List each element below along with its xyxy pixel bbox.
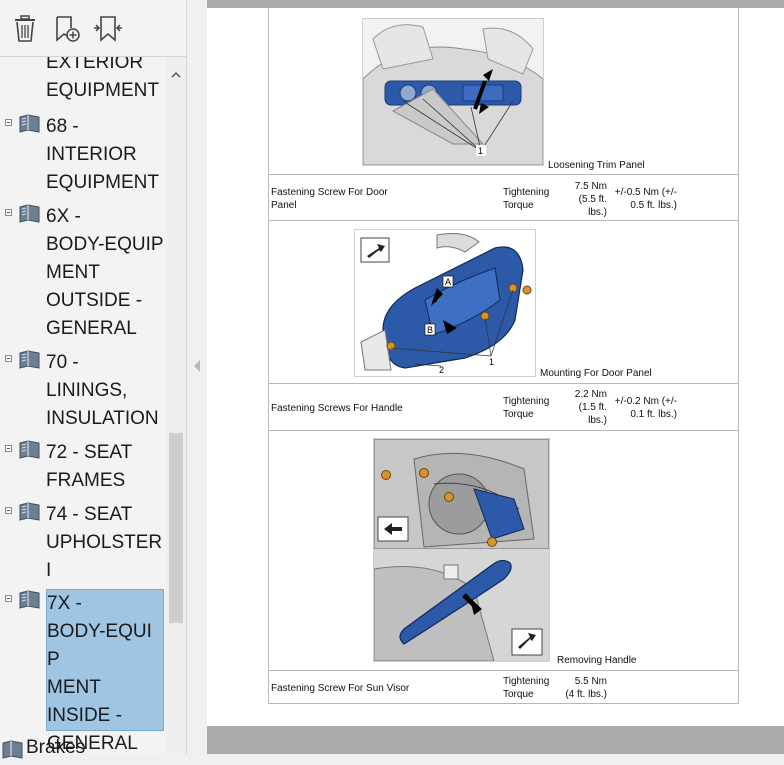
row-spec-type: Tightening Torque (503, 676, 550, 700)
bookmarks-scrollbar[interactable] (166, 57, 186, 754)
tree-expander[interactable] (5, 355, 12, 362)
bookmark-item-68-interior-equipment[interactable]: 68 - INTERIOR EQUIPMENT (0, 113, 165, 197)
figure-caption: Mounting For Door Panel (540, 368, 652, 379)
figure-caption: Loosening Trim Panel (548, 160, 645, 171)
bookmark-label: 72 - SEAT FRAMES (46, 442, 133, 491)
row-spec-type: Tightening Torque (503, 396, 550, 420)
bookmark-item-exterior-equipment[interactable]: EXTERIOR EQUIPMENT (0, 57, 165, 105)
callout-label: A (445, 277, 451, 287)
table-divider (269, 220, 738, 221)
book-icon (19, 204, 41, 229)
bookmark-item-74-seat-upholsteries[interactable]: 74 - SEAT UPHOLSTERI ES, COVER (0, 501, 165, 609)
row-torque-tolerance: +/-0.2 Nm (+/- 0.1 ft. lbs.) (614, 396, 677, 420)
panel-splitter[interactable] (187, 0, 207, 754)
tree-expander[interactable] (5, 595, 12, 602)
bookmark-item-brakes[interactable]: Brakes (0, 736, 165, 759)
book-icon (19, 114, 41, 139)
bookmark-item-7x-body-equipment-inside[interactable]: 7X - BODY-EQUIP MENT INSIDE - GENERAL (0, 589, 165, 754)
tree-expander[interactable] (5, 445, 12, 452)
book-icon (19, 350, 41, 375)
bookmark-label: 6X - BODY-EQUIP MENT OUTSIDE - GENERAL (46, 206, 164, 339)
callout-label: 2 (439, 365, 444, 375)
procedure-table: 1 Loosening Trim Panel Fastening Screw F… (268, 8, 739, 704)
bookmark-label: Brakes (26, 737, 86, 758)
figure-mounting-for-door-panel: A B 1 2 (354, 229, 536, 377)
trash-icon[interactable] (8, 12, 42, 46)
row-fastener-name: Fastening Screw For Door Panel (271, 187, 388, 211)
tree-expander[interactable] (5, 209, 12, 216)
bookmark-item-70-linings-insulation[interactable]: 70 - LININGS, INSULATION (0, 349, 165, 433)
table-divider (269, 430, 738, 431)
bookmark-tree: EXTERIOR EQUIPMENT 68 - INTERIOR EQUIPME… (0, 57, 165, 754)
scrollbar-thumb[interactable] (169, 433, 183, 623)
row-fastener-name: Fastening Screw For Sun Visor (271, 683, 410, 694)
row-spec-type: Tightening Torque (503, 187, 550, 211)
document-viewer[interactable]: 1 Loosening Trim Panel Fastening Screw F… (207, 0, 784, 754)
book-icon (19, 502, 41, 527)
book-icon (2, 740, 24, 765)
row-torque-value: 5.5 Nm (4 ft. lbs.) (565, 676, 607, 700)
table-divider (269, 174, 738, 175)
row-fastener-name: Fastening Screws For Handle (271, 403, 403, 414)
tree-expander[interactable] (5, 507, 12, 514)
expand-bookmark-icon[interactable] (91, 12, 125, 46)
bookmark-label: EXTERIOR EQUIPMENT (46, 57, 159, 101)
figure-loosening-trim-panel: 1 (362, 18, 544, 166)
callout-label: B (427, 325, 433, 335)
bookmark-item-6x-body-equipment-outside[interactable]: 6X - BODY-EQUIP MENT OUTSIDE - GENERAL (0, 203, 165, 343)
collapse-panel-icon[interactable] (194, 360, 200, 372)
tree-expander[interactable] (5, 119, 12, 126)
row-torque-tolerance: +/-0.5 Nm (+/- 0.5 ft. lbs.) (614, 187, 677, 211)
bookmarks-toolbar (0, 0, 186, 56)
book-icon (19, 440, 41, 465)
bookmark-add-icon[interactable] (50, 12, 84, 46)
table-divider (269, 383, 738, 384)
callout-label: 1 (478, 146, 483, 156)
table-divider (269, 670, 738, 671)
document-page: 1 Loosening Trim Panel Fastening Screw F… (207, 8, 784, 726)
table-divider (269, 703, 738, 704)
callout-label: 1 (489, 357, 494, 367)
figure-caption: Removing Handle (557, 655, 637, 666)
book-icon (19, 590, 41, 615)
figure-removing-handle (373, 438, 550, 662)
bookmark-label: 68 - INTERIOR EQUIPMENT (46, 116, 159, 193)
bookmark-item-72-seat-frames[interactable]: 72 - SEAT FRAMES (0, 439, 165, 495)
bookmarks-panel: EXTERIOR EQUIPMENT 68 - INTERIOR EQUIPME… (0, 0, 187, 759)
chevron-up-icon[interactable] (170, 69, 182, 81)
bookmark-label: 70 - LININGS, INSULATION (46, 352, 159, 429)
bookmark-label: 7X - BODY-EQUIP MENT INSIDE - GENERAL (46, 589, 164, 754)
